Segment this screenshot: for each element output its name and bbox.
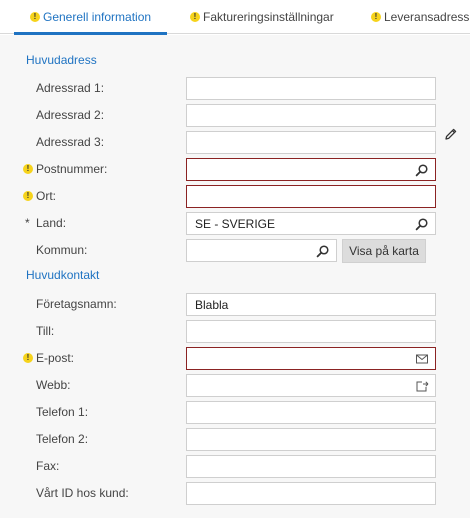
warning-icon: !: [23, 191, 33, 201]
city-warning-marker: !: [23, 189, 33, 203]
address-line-1-input[interactable]: [186, 77, 436, 100]
magnifier-icon[interactable]: [316, 244, 330, 258]
email-input[interactable]: [186, 347, 436, 370]
label-phone-1: Telefon 1:: [36, 405, 89, 419]
envelope-icon[interactable]: [415, 352, 429, 366]
city-input[interactable]: [186, 185, 436, 208]
email-warning-marker: !: [23, 351, 33, 365]
label-email: E-post:: [36, 351, 75, 365]
show-on-map-button[interactable]: Visa på karta: [342, 239, 426, 263]
fax-input[interactable]: [186, 455, 436, 478]
label-phone-2: Telefon 2:: [36, 432, 89, 446]
phone-1-input[interactable]: [186, 401, 436, 424]
municipality-input[interactable]: [186, 239, 337, 262]
section-heading-address: Huvudadress: [26, 53, 97, 67]
our-id-input[interactable]: [186, 482, 436, 505]
tab-label: Faktureringsinställningar: [203, 10, 334, 24]
magnifier-icon[interactable]: [415, 217, 429, 231]
warning-icon: !: [190, 12, 200, 22]
tab-bar: ! Generell information ! Faktureringsins…: [0, 0, 470, 35]
phone-2-input[interactable]: [186, 428, 436, 451]
required-star: *: [25, 216, 30, 230]
open-link-icon[interactable]: [415, 379, 429, 393]
label-municipality: Kommun:: [36, 243, 88, 257]
country-value: SE - SVERIGE: [195, 216, 276, 231]
label-fax: Fax:: [36, 459, 60, 473]
label-postal-code: Postnummer:: [36, 162, 108, 176]
label-address-line-3: Adressrad 3:: [36, 135, 105, 149]
attention-input[interactable]: [186, 320, 436, 343]
postal-code-input[interactable]: [186, 158, 436, 181]
label-web: Webb:: [36, 378, 71, 392]
warning-icon: !: [23, 164, 33, 174]
tab-label: Generell information: [43, 10, 152, 24]
warning-icon: !: [30, 12, 40, 22]
tab-faktureringsinstallningar[interactable]: ! Faktureringsinställningar: [190, 0, 334, 34]
pencil-icon[interactable]: [444, 127, 458, 141]
label-country: Land:: [36, 216, 67, 230]
warning-icon: !: [23, 353, 33, 363]
section-heading-contact: Huvudkontakt: [26, 268, 100, 282]
label-attention: Till:: [36, 324, 55, 338]
magnifier-icon[interactable]: [415, 163, 429, 177]
postal-warning-marker: !: [23, 162, 33, 176]
web-input[interactable]: [186, 374, 436, 397]
country-input[interactable]: SE - SVERIGE: [186, 212, 436, 235]
country-required-marker: *: [23, 216, 33, 230]
label-city: Ort:: [36, 189, 56, 203]
tab-generell-information[interactable]: ! Generell information: [14, 0, 168, 35]
warning-icon: !: [371, 12, 381, 22]
tab-leveransadress[interactable]: ! Leveransadress: [371, 0, 469, 34]
company-name-input[interactable]: Blabla: [186, 293, 436, 316]
label-address-line-2: Adressrad 2:: [36, 108, 105, 122]
label-company-name: Företagsnamn:: [36, 297, 117, 311]
tab-label: Leveransadress: [384, 10, 470, 24]
label-address-line-1: Adressrad 1:: [36, 81, 105, 95]
address-line-3-input[interactable]: [186, 131, 436, 154]
label-our-id: Vårt ID hos kund:: [36, 486, 129, 500]
address-line-2-input[interactable]: [186, 104, 436, 127]
